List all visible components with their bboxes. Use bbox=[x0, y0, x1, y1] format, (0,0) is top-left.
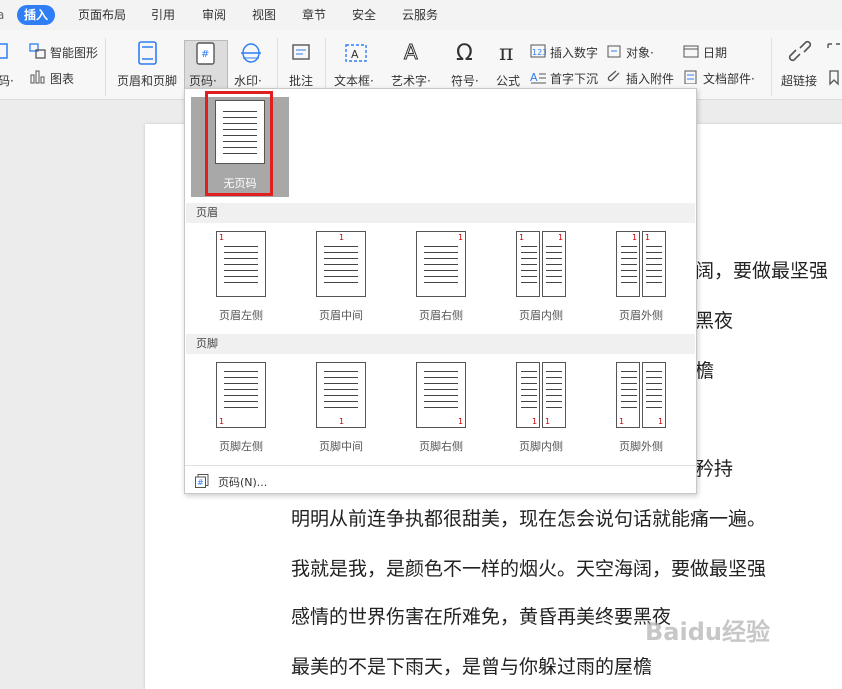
attachment-icon bbox=[607, 70, 620, 82]
footer-inner-thumbnail-right[interactable]: 1 bbox=[542, 362, 566, 428]
svg-text:#: # bbox=[201, 49, 209, 60]
tab-insert[interactable]: 插入 bbox=[17, 5, 56, 25]
page-number-icon: # bbox=[196, 42, 215, 65]
footer-section-title: 页脚 bbox=[186, 334, 695, 354]
tab-chapter[interactable]: 章节 bbox=[302, 5, 326, 25]
symbol-button[interactable]: 符号· bbox=[451, 72, 479, 89]
header-outer-thumbnail-right[interactable]: 1 bbox=[642, 231, 666, 297]
doc-line-3: 感情的世界伤害在所难免，黄昏再美终要黑夜 bbox=[291, 606, 672, 628]
dropcap-icon: A bbox=[530, 71, 546, 84]
footer-center-label[interactable]: 页脚中间 bbox=[301, 438, 381, 454]
header-outer-thumbnail-left[interactable]: 1 bbox=[616, 231, 640, 297]
header-center-label[interactable]: 页眉中间 bbox=[301, 307, 381, 323]
tab-review[interactable]: 审阅 bbox=[202, 5, 226, 25]
doc-parts-button[interactable]: 文档部件· bbox=[703, 70, 755, 87]
tab-security[interactable]: 安全 bbox=[352, 5, 376, 25]
header-inner-thumbnail-right[interactable]: 1 bbox=[542, 231, 566, 297]
tab-view[interactable]: 视图 bbox=[252, 5, 276, 25]
smart-shape-button[interactable]: 智能图形 bbox=[50, 44, 98, 61]
doc-line-4: 最美的不是下雨天，是曾与你躲过雨的屋檐 bbox=[291, 656, 653, 678]
page-number-button[interactable]: 页码· bbox=[189, 72, 217, 89]
doc-line-partial-2: 黑夜 bbox=[695, 310, 734, 332]
comment-button[interactable]: 批注 bbox=[289, 72, 313, 89]
header-inner-thumbnail-left[interactable]: 1 bbox=[516, 231, 540, 297]
footer-outer-thumbnail-left[interactable]: 1 bbox=[616, 362, 640, 428]
watermark-button[interactable]: 水印· bbox=[234, 72, 262, 89]
formula-button[interactable]: 公式 bbox=[496, 72, 520, 89]
doc-parts-icon bbox=[684, 70, 697, 84]
footer-center-thumbnail[interactable]: 1 bbox=[316, 362, 366, 428]
object-icon bbox=[607, 45, 621, 58]
partial-icon-right-top bbox=[827, 43, 840, 48]
footer-inner-thumbnail-left[interactable]: 1 bbox=[516, 362, 540, 428]
partial-icon bbox=[0, 43, 8, 59]
doc-line-1: 明明从前连争执都很甜美，现在怎会说句话就能痛一遍。 bbox=[291, 508, 767, 530]
hyperlink-icon bbox=[788, 40, 812, 62]
bookmark-icon bbox=[829, 70, 839, 86]
symbol-icon: Ω bbox=[456, 41, 473, 64]
svg-text:A: A bbox=[530, 71, 538, 84]
tab-page-layout[interactable]: 页面布局 bbox=[78, 5, 126, 25]
tab-references[interactable]: 引用 bbox=[151, 5, 175, 25]
doc-line-partial-4: 矜持 bbox=[695, 458, 734, 480]
doc-line-2: 我就是我，是颜色不一样的烟火。天空海阔，要做最坚强 bbox=[291, 558, 767, 580]
header-left-thumbnail[interactable]: 1 bbox=[216, 231, 266, 297]
smart-shape-icon bbox=[29, 43, 46, 59]
formula-icon: π bbox=[499, 41, 513, 64]
header-center-thumbnail[interactable]: 1 bbox=[316, 231, 366, 297]
comment-icon bbox=[292, 44, 310, 60]
attachment-button[interactable]: 插入附件 bbox=[626, 70, 674, 87]
footer-left-thumbnail[interactable]: 1 bbox=[216, 362, 266, 428]
svg-text:#: # bbox=[197, 478, 204, 487]
insert-number-icon: 123 bbox=[530, 44, 546, 58]
textbox-icon: A bbox=[345, 44, 367, 62]
header-section-title: 页眉 bbox=[186, 203, 695, 223]
baidu-watermark: Baidu经验 bbox=[645, 618, 770, 646]
insert-number-button[interactable]: 插入数字 bbox=[550, 44, 598, 61]
footer-left-label[interactable]: 页脚左侧 bbox=[201, 438, 281, 454]
footer-right-label[interactable]: 页脚右侧 bbox=[401, 438, 481, 454]
menu-tab-bar: a 插入 页面布局 引用 审阅 视图 章节 安全 云服务 bbox=[0, 0, 842, 30]
header-right-label[interactable]: 页眉右侧 bbox=[401, 307, 481, 323]
chart-icon bbox=[30, 70, 45, 84]
hyperlink-button[interactable]: 超链接 bbox=[781, 72, 817, 89]
svg-text:123: 123 bbox=[532, 48, 546, 57]
code-partial-label[interactable]: 码· bbox=[0, 72, 14, 89]
tab-partial[interactable]: a bbox=[0, 5, 4, 25]
svg-text:π: π bbox=[499, 41, 513, 64]
tab-cloud[interactable]: 云服务 bbox=[402, 5, 438, 25]
wordart-button[interactable]: 艺术字· bbox=[391, 72, 431, 89]
wordart-icon: A bbox=[404, 40, 419, 64]
object-button[interactable]: 对象· bbox=[626, 44, 654, 61]
page-number-dialog-icon: # bbox=[195, 474, 209, 488]
header-outer-label[interactable]: 页眉外侧 bbox=[601, 307, 681, 323]
watermark-icon bbox=[241, 43, 261, 63]
page-number-dialog-item[interactable]: 页码(N)... bbox=[218, 474, 267, 490]
textbox-button[interactable]: 文本框· bbox=[334, 72, 374, 89]
header-left-label[interactable]: 页眉左侧 bbox=[201, 307, 281, 323]
svg-text:A: A bbox=[351, 48, 359, 61]
date-button[interactable]: 日期 bbox=[703, 44, 727, 61]
doc-line-partial-3: 檐 bbox=[695, 360, 715, 382]
footer-outer-label[interactable]: 页脚外侧 bbox=[601, 438, 681, 454]
svg-text:Ω: Ω bbox=[456, 41, 473, 64]
header-footer-button[interactable]: 页眉和页脚 bbox=[117, 72, 177, 89]
header-inner-label[interactable]: 页眉内侧 bbox=[501, 307, 581, 323]
footer-right-thumbnail[interactable]: 1 bbox=[416, 362, 466, 428]
doc-line-partial-1: 阔，要做最坚强 bbox=[695, 260, 829, 282]
highlight-box bbox=[205, 91, 273, 196]
chart-button[interactable]: 图表 bbox=[50, 70, 74, 87]
header-right-thumbnail[interactable]: 1 bbox=[416, 231, 466, 297]
dropcap-button[interactable]: 首字下沉 bbox=[550, 70, 598, 87]
footer-outer-thumbnail-right[interactable]: 1 bbox=[642, 362, 666, 428]
svg-text:A: A bbox=[404, 40, 418, 64]
footer-inner-label[interactable]: 页脚内侧 bbox=[501, 438, 581, 454]
date-icon bbox=[683, 45, 699, 58]
header-footer-icon bbox=[138, 41, 157, 65]
